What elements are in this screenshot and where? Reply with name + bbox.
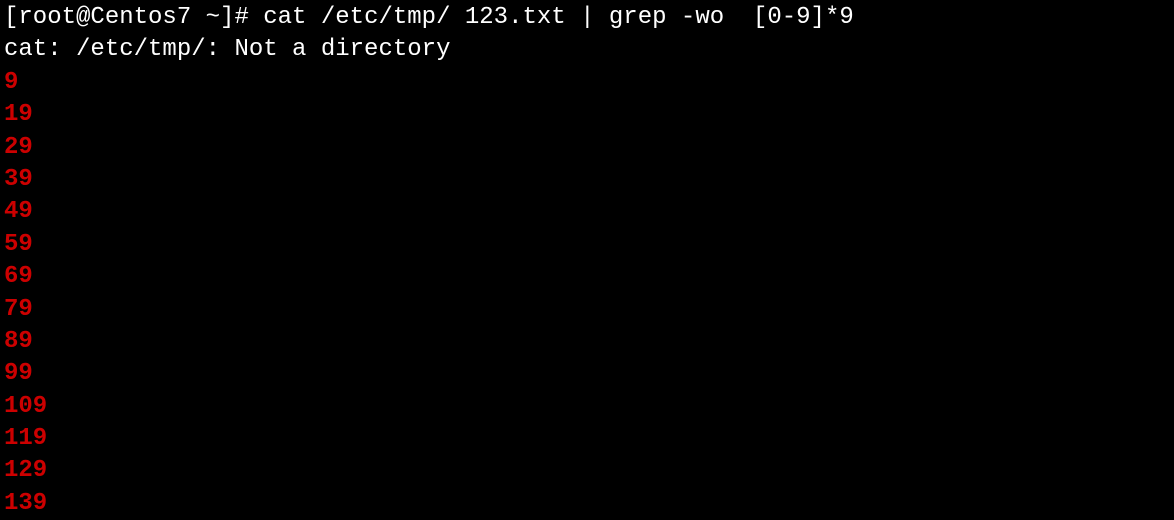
grep-match-line: 69 xyxy=(4,261,1170,293)
grep-match-line: 79 xyxy=(4,294,1170,326)
grep-match-line: 129 xyxy=(4,455,1170,487)
grep-match-line: 9 xyxy=(4,67,1170,99)
grep-match-line: 39 xyxy=(4,164,1170,196)
grep-match-line: 89 xyxy=(4,326,1170,358)
grep-match-line: 29 xyxy=(4,132,1170,164)
prompt-prefix: [root@Centos7 ~]# xyxy=(4,4,249,31)
grep-match-line: 99 xyxy=(4,358,1170,390)
grep-match-line: 139 xyxy=(4,488,1170,520)
grep-match-line: 59 xyxy=(4,229,1170,261)
error-output-line: cat: /etc/tmp/: Not a directory xyxy=(4,34,1170,66)
command-text: cat /etc/tmp/ 123.txt | grep -wo [0-9]*9 xyxy=(249,4,854,31)
grep-match-line: 19 xyxy=(4,99,1170,131)
grep-match-line: 49 xyxy=(4,196,1170,228)
grep-match-line: 109 xyxy=(4,391,1170,423)
grep-match-line: 119 xyxy=(4,423,1170,455)
command-prompt-line: [root@Centos7 ~]# cat /etc/tmp/ 123.txt … xyxy=(4,2,1170,34)
